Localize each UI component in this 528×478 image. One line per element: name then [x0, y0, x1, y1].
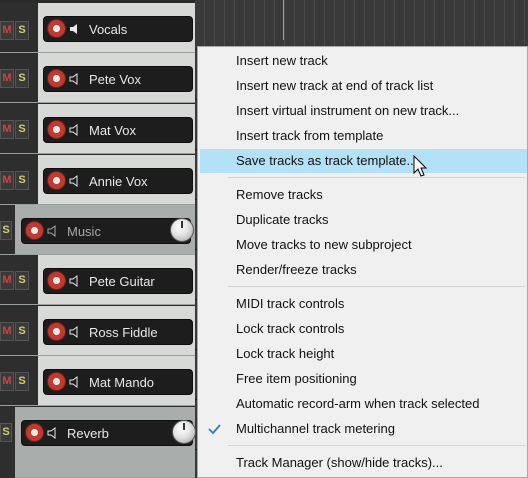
menu-separator: [228, 445, 525, 446]
track-name-box[interactable]: Pete Guitar: [43, 268, 193, 294]
menu-separator: [228, 177, 525, 178]
track-row[interactable]: M S Pete Vox: [0, 53, 195, 103]
record-arm-button[interactable]: [47, 171, 66, 190]
menu-item-midi-track-controls[interactable]: MIDI track controls: [200, 292, 527, 316]
track-name-box[interactable]: Mat Mando: [43, 369, 193, 395]
mute-button[interactable]: M: [0, 120, 14, 139]
menu-item-lock-track-height[interactable]: Lock track height: [200, 342, 527, 366]
solo-button[interactable]: S: [15, 21, 29, 40]
record-arm-button[interactable]: [47, 271, 66, 290]
track-name-box[interactable]: Annie Vox: [43, 168, 193, 194]
mute-button[interactable]: M: [0, 271, 14, 290]
menu-item-lock-track-controls[interactable]: Lock track controls: [200, 317, 527, 341]
track-row[interactable]: M S Annie Vox: [0, 155, 195, 205]
mute-button[interactable]: M: [0, 322, 14, 341]
menu-item-insert-new-track[interactable]: Insert new track: [200, 49, 527, 73]
track-row[interactable]: M S Mat Mando: [0, 356, 195, 406]
mute-button[interactable]: M: [0, 69, 14, 88]
menu-separator: [228, 286, 525, 287]
track-row[interactable]: M S Vocals: [0, 3, 195, 53]
mute-button[interactable]: M: [0, 171, 14, 190]
speaker-icon[interactable]: [47, 224, 61, 238]
menu-item-save-tracks-as-template[interactable]: Save tracks as track template...: [200, 149, 527, 173]
solo-button[interactable]: S: [15, 171, 29, 190]
volume-knob[interactable]: [172, 420, 196, 444]
track-name-box[interactable]: Pete Vox: [43, 66, 193, 92]
mute-button[interactable]: M: [0, 21, 14, 40]
speaker-icon[interactable]: [69, 325, 83, 339]
mouse-pointer-icon: [413, 155, 428, 177]
speaker-icon[interactable]: [69, 174, 83, 188]
speaker-icon[interactable]: [69, 274, 83, 288]
volume-knob[interactable]: [170, 218, 194, 242]
menu-item-insert-track-at-end[interactable]: Insert new track at end of track list: [200, 74, 527, 98]
track-name: Annie Vox: [89, 174, 148, 189]
solo-button[interactable]: S: [15, 120, 29, 139]
menu-item-auto-record-arm[interactable]: Automatic record-arm when track selected: [200, 392, 527, 416]
track-name-box[interactable]: Mat Vox: [43, 117, 193, 143]
track-row[interactable]: M S Mat Vox: [0, 104, 195, 154]
edit-cursor: [283, 0, 284, 40]
menu-item-free-item-positioning[interactable]: Free item positioning: [200, 367, 527, 391]
menu-item-insert-track-from-template[interactable]: Insert track from template: [200, 124, 527, 148]
track-name-box[interactable]: Reverb: [21, 420, 196, 446]
record-arm-button[interactable]: [47, 322, 66, 341]
record-arm-button[interactable]: [25, 423, 44, 442]
menu-item-duplicate-tracks[interactable]: Duplicate tracks: [200, 208, 527, 232]
track-name: Pete Vox: [89, 72, 142, 87]
track-name: Music: [67, 224, 101, 239]
menu-item-move-to-subproject[interactable]: Move tracks to new subproject: [200, 233, 527, 257]
solo-button[interactable]: S: [0, 423, 12, 442]
track-name-box[interactable]: Music: [21, 218, 194, 244]
track-name-box[interactable]: Ross Fiddle: [43, 319, 193, 345]
track-row[interactable]: M S Ross Fiddle: [0, 306, 195, 356]
speaker-icon[interactable]: [69, 375, 83, 389]
speaker-icon[interactable]: [69, 123, 83, 137]
track-control-panel: M S Vocals M S Pete Vox M S Mat Vox M S …: [0, 0, 196, 478]
track-name: Pete Guitar: [89, 274, 155, 289]
menu-item-track-manager[interactable]: Track Manager (show/hide tracks)...: [200, 451, 527, 475]
record-arm-button[interactable]: [25, 221, 44, 240]
track-row[interactable]: M S Pete Guitar: [0, 255, 195, 305]
menu-item-render-freeze[interactable]: Render/freeze tracks: [200, 258, 527, 282]
menu-item-label: Multichannel track metering: [236, 421, 395, 436]
solo-button[interactable]: S: [15, 372, 29, 391]
track-context-menu: Insert new track Insert new track at end…: [197, 46, 528, 478]
speaker-icon[interactable]: [69, 22, 83, 36]
speaker-icon[interactable]: [69, 72, 83, 86]
track-name: Mat Mando: [89, 375, 155, 390]
menu-item-remove-tracks[interactable]: Remove tracks: [200, 183, 527, 207]
mute-button[interactable]: M: [0, 372, 14, 391]
record-arm-button[interactable]: [47, 372, 66, 391]
solo-button[interactable]: S: [15, 322, 29, 341]
solo-button[interactable]: S: [0, 221, 12, 240]
record-arm-button[interactable]: [47, 120, 66, 139]
track-name-box[interactable]: Vocals: [43, 16, 193, 42]
solo-button[interactable]: S: [15, 271, 29, 290]
menu-item-insert-virtual-instrument[interactable]: Insert virtual instrument on new track..…: [200, 99, 527, 123]
track-strip: [0, 407, 15, 478]
checkmark-icon: [208, 424, 221, 435]
folder-track-row[interactable]: S Music: [0, 205, 195, 255]
track-row[interactable]: S Reverb: [0, 407, 196, 478]
record-arm-button[interactable]: [47, 69, 66, 88]
menu-item-multichannel-metering[interactable]: Multichannel track metering: [200, 417, 527, 441]
track-name: Reverb: [67, 426, 109, 441]
speaker-icon[interactable]: [47, 426, 61, 440]
solo-button[interactable]: S: [15, 69, 29, 88]
track-name: Mat Vox: [89, 123, 136, 138]
track-name: Ross Fiddle: [89, 325, 158, 340]
record-arm-button[interactable]: [47, 19, 66, 38]
track-name: Vocals: [89, 22, 128, 37]
